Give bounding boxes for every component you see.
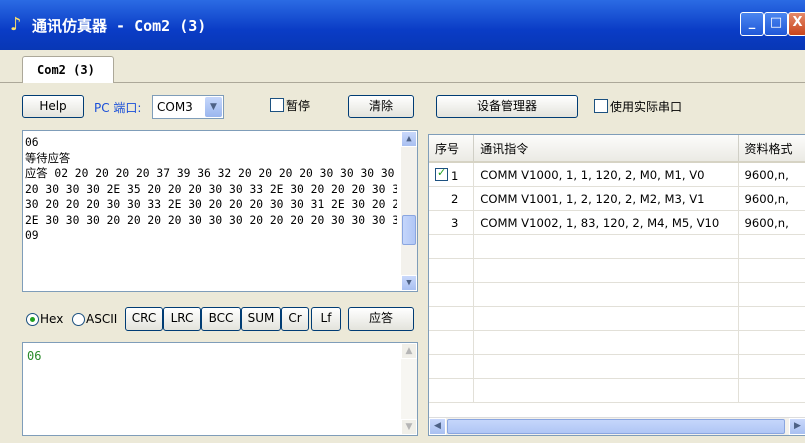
use-real-port-label: 使用实际串口 xyxy=(610,100,683,114)
serial-plug-icon: ♪ xyxy=(10,14,22,35)
scroll-thumb[interactable] xyxy=(447,419,785,434)
scroll-down-icon[interactable]: ▼ xyxy=(401,419,417,435)
ascii-radio[interactable] xyxy=(72,313,85,326)
table-row[interactable]: 1 COMM V1000, 1, 1, 120, 2, M0, M1, V0 9… xyxy=(429,162,805,187)
title-bar[interactable]: ♪ 通讯仿真器 - Com2 (3) _ □ X xyxy=(0,0,805,50)
send-input-value: 06 xyxy=(27,349,42,363)
table-row xyxy=(429,330,805,355)
log-line: 30 20 20 20 30 30 33 2E 30 20 20 20 30 3… xyxy=(25,198,397,211)
cr-button[interactable]: Cr xyxy=(281,307,309,331)
close-icon: X xyxy=(792,15,803,30)
row-index: 2 xyxy=(429,186,475,211)
table-row[interactable]: 3 COMM V1002, 1, 83, 120, 2, M4, M5, V10… xyxy=(429,210,805,235)
column-header-format[interactable]: 资料格式 xyxy=(738,135,805,163)
help-button[interactable]: Help xyxy=(22,95,84,118)
use-real-port-checkbox[interactable] xyxy=(594,99,608,113)
pause-label: 暂停 xyxy=(286,99,311,113)
send-input[interactable]: 06 ▲ ▼ xyxy=(22,342,418,436)
tab-com2[interactable]: Com2 (3) xyxy=(22,56,114,83)
scroll-left-icon[interactable]: ◀ xyxy=(429,418,446,435)
hex-label: Hex xyxy=(40,312,64,326)
ascii-label: ASCII xyxy=(86,312,118,326)
table-row xyxy=(429,378,805,403)
minimize-icon: _ xyxy=(748,15,756,30)
chevron-down-icon[interactable]: ▼ xyxy=(205,97,222,117)
log-line: 应答 02 20 20 20 20 37 39 36 32 20 20 20 2… xyxy=(25,167,397,180)
row-index: 1 xyxy=(451,168,459,183)
log-line: 等待应答 xyxy=(25,151,71,165)
lf-button[interactable]: Lf xyxy=(311,307,341,331)
row-format: 9600,n, xyxy=(738,210,805,235)
tab-label: Com2 (3) xyxy=(37,63,95,77)
log-output[interactable]: 06 等待应答 应答 02 20 20 20 20 37 39 36 32 20… xyxy=(22,130,418,292)
tab-strip xyxy=(0,50,805,83)
log-lines: 06 等待应答 应答 02 20 20 20 20 37 39 36 32 20… xyxy=(25,135,397,244)
row-format: 9600,n, xyxy=(738,162,805,187)
clear-button[interactable]: 清除 xyxy=(348,95,414,118)
row-checkbox[interactable] xyxy=(435,166,448,181)
maximize-icon: □ xyxy=(769,15,783,30)
bcc-button[interactable]: BCC xyxy=(201,307,241,331)
row-format: 9600,n, xyxy=(738,186,805,211)
log-line: 09 xyxy=(25,229,39,242)
crc-button[interactable]: CRC xyxy=(125,307,163,331)
column-header-command[interactable]: 通讯指令 xyxy=(473,135,739,163)
log-line: 2E 30 30 30 20 20 20 20 30 30 30 20 20 2… xyxy=(25,213,397,227)
row-index-cell: 1 xyxy=(429,162,475,187)
hex-radio[interactable] xyxy=(26,313,39,326)
scroll-down-icon[interactable]: ▼ xyxy=(401,275,417,291)
table-row xyxy=(429,234,805,259)
log-line: 06 xyxy=(25,136,39,149)
device-manager-button[interactable]: 设备管理器 xyxy=(436,95,578,118)
input-scrollbar[interactable]: ▲ ▼ xyxy=(401,343,417,435)
scroll-thumb[interactable] xyxy=(402,215,416,245)
scroll-up-icon[interactable]: ▲ xyxy=(401,131,417,147)
app-window: ♪ 通讯仿真器 - Com2 (3) _ □ X Com2 (3) Help P… xyxy=(0,0,805,443)
table-row xyxy=(429,258,805,283)
log-scrollbar[interactable]: ▲ ▼ xyxy=(401,131,417,291)
close-button[interactable]: X xyxy=(788,12,805,36)
row-command: COMM V1002, 1, 83, 120, 2, M4, M5, V10 xyxy=(473,210,739,235)
table-hscrollbar[interactable]: ◀ ▶ xyxy=(429,417,805,435)
row-command: COMM V1000, 1, 1, 120, 2, M0, M1, V0 xyxy=(473,162,739,187)
scroll-up-icon[interactable]: ▲ xyxy=(401,343,417,359)
table-row[interactable]: 2 COMM V1001, 1, 2, 120, 2, M2, M3, V1 9… xyxy=(429,186,805,211)
pause-checkbox[interactable] xyxy=(270,98,284,112)
maximize-button[interactable]: □ xyxy=(764,12,788,36)
table-row xyxy=(429,306,805,331)
row-index: 3 xyxy=(429,210,475,235)
window-title: 通讯仿真器 - Com2 (3) xyxy=(32,17,207,35)
minimize-button[interactable]: _ xyxy=(740,12,764,36)
port-label: PC 端口: xyxy=(94,101,142,115)
table-row xyxy=(429,354,805,379)
port-value: COM3 xyxy=(157,100,193,114)
port-select[interactable]: COM3 ▼ xyxy=(152,95,224,119)
table-row xyxy=(429,282,805,307)
table-header-row: 序号 通讯指令 资料格式 xyxy=(429,135,805,163)
row-command: COMM V1001, 1, 2, 120, 2, M2, M3, V1 xyxy=(473,186,739,211)
lrc-button[interactable]: LRC xyxy=(163,307,201,331)
log-line: 20 30 30 30 2E 35 20 20 20 30 30 33 2E 3… xyxy=(25,182,397,196)
sum-button[interactable]: SUM xyxy=(241,307,281,331)
reply-button[interactable]: 应答 xyxy=(348,307,414,331)
command-table[interactable]: 序号 通讯指令 资料格式 1 COMM V1000, 1, 1, 120, 2,… xyxy=(428,134,805,436)
scroll-right-icon[interactable]: ▶ xyxy=(789,418,805,435)
column-header-index[interactable]: 序号 xyxy=(429,135,475,163)
